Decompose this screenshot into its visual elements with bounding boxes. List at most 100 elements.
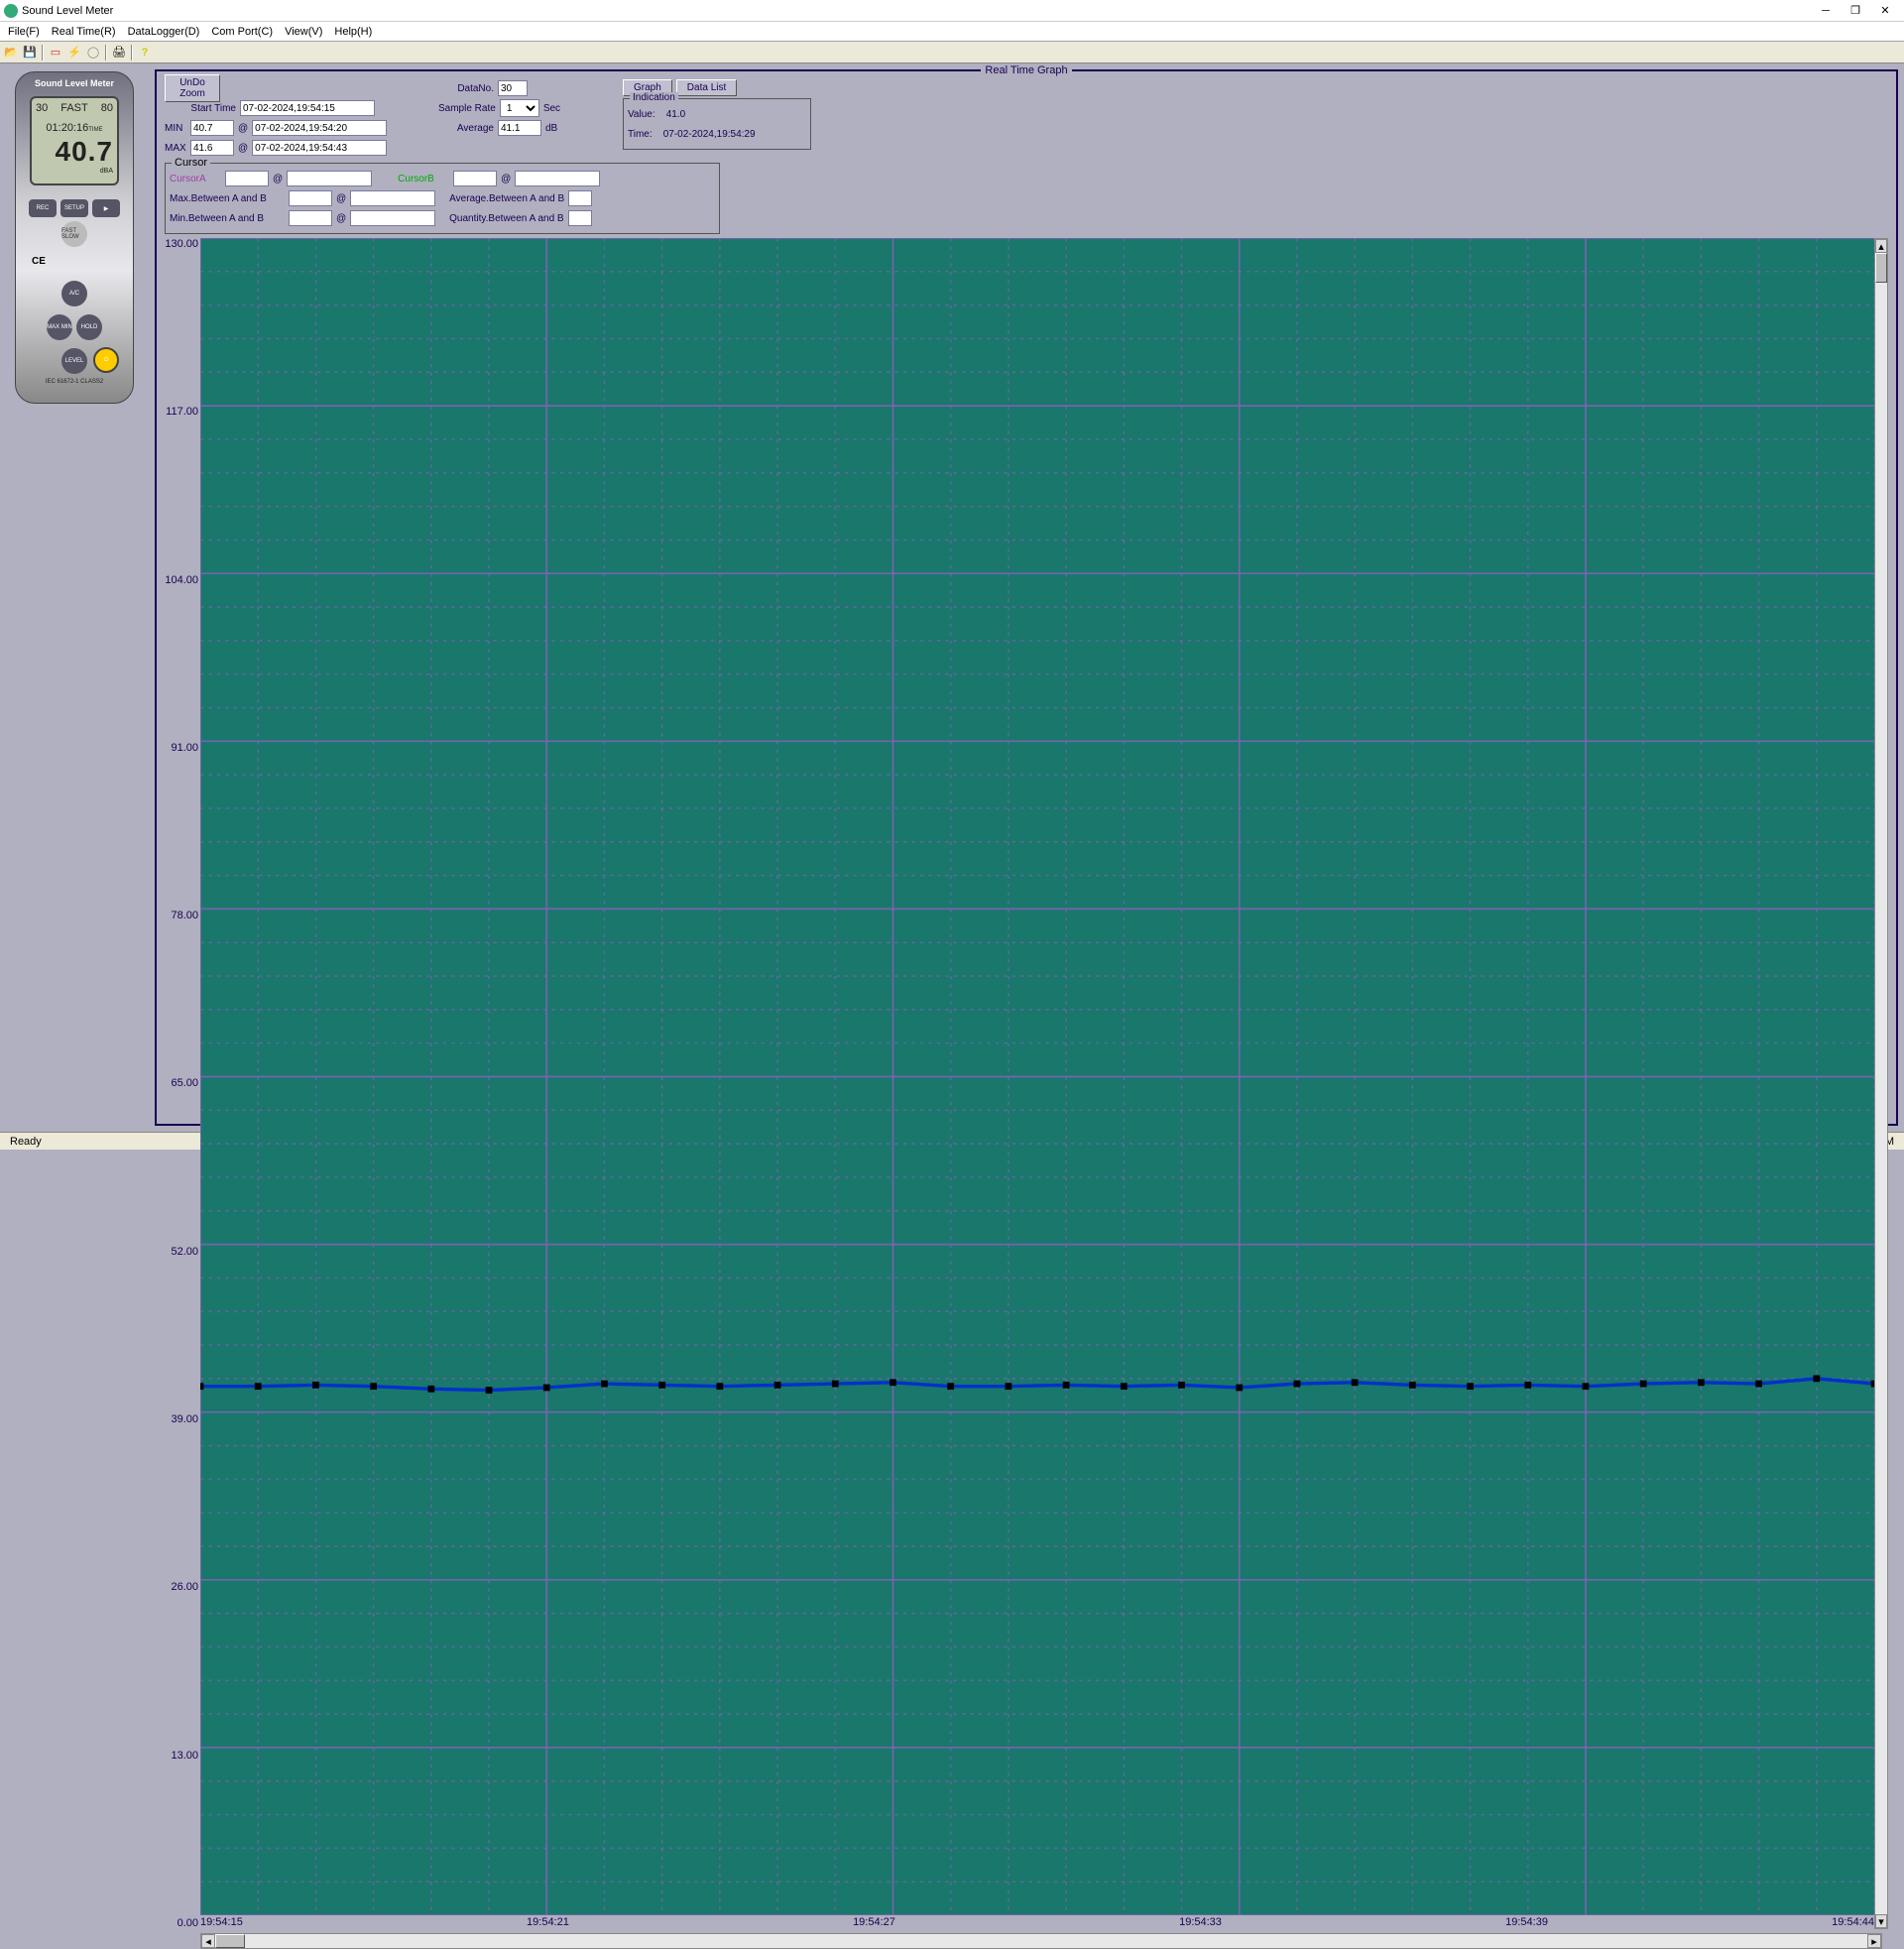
lcd-unit: dBA (36, 168, 113, 175)
minimize-button[interactable]: ─ (1811, 2, 1841, 20)
min-ab-val[interactable] (289, 210, 332, 226)
scroll-thumb-h[interactable] (215, 1934, 245, 1948)
min-time-field[interactable] (252, 120, 387, 136)
scroll-thumb-v[interactable] (1875, 253, 1887, 283)
max-ab-time[interactable] (350, 190, 435, 206)
scrollbar-horizontal[interactable]: ◂ ▸ (200, 1933, 1882, 1949)
sec-label: Sec (543, 103, 560, 114)
datano-field[interactable] (498, 80, 528, 96)
x-axis: 19:54:1519:54:2119:54:2719:54:3319:54:39… (200, 1915, 1874, 1929)
bolt-icon[interactable]: ⚡ (65, 44, 83, 61)
device-btn-fastslow: FAST SLOW (61, 221, 87, 247)
average-field[interactable] (498, 120, 541, 136)
lcd-time: 01:20:16 (46, 122, 88, 134)
device-btn-setup: SETUP (60, 199, 88, 217)
device-panel: Sound Level Meter 30FAST80 01:20:16TIME … (0, 63, 149, 1132)
app-icon (4, 4, 18, 18)
separator (131, 45, 133, 61)
device-btn-ac: A/C (61, 281, 87, 306)
max-ab-val[interactable] (289, 190, 332, 206)
save-icon[interactable]: 💾 (21, 44, 39, 61)
cursor-a-val[interactable] (225, 171, 269, 186)
lcd-range-lo: 30 (36, 102, 48, 114)
menu-comport[interactable]: Com Port(C) (205, 25, 279, 39)
cursor-b-val[interactable] (453, 171, 497, 186)
start-time-field[interactable] (240, 100, 375, 116)
samplerate-label: Sample Rate (438, 103, 496, 114)
min-ab-time[interactable] (350, 210, 435, 226)
y-tick: 104.00 (165, 574, 198, 586)
device-btn-arrow: ▶ (92, 199, 120, 217)
lcd-mode: FAST (60, 102, 88, 114)
device-btn-power: ⏻ (93, 347, 119, 373)
start-time-label: Start Time (165, 103, 236, 114)
qty-ab-val[interactable] (568, 210, 592, 226)
min-value-field[interactable] (190, 120, 234, 136)
plot-area: 19:54:1519:54:2119:54:2719:54:3319:54:39… (200, 238, 1874, 1929)
circle-icon[interactable]: ◯ (84, 44, 102, 61)
y-tick: 26.00 (171, 1581, 198, 1593)
average-label: Average (438, 123, 494, 134)
window-title: Sound Level Meter (22, 5, 1811, 17)
indication-group: Indication Value: 41.0 Time: 07-02-2024,… (623, 98, 811, 150)
graph-panel: Real Time Graph UnDo Zoom Start Time MIN… (155, 69, 1898, 1126)
menu-bar: File(F) Real Time(R) DataLogger(D) Com P… (0, 22, 1904, 42)
x-tick: 19:54:39 (1505, 1916, 1548, 1929)
scroll-up-icon[interactable]: ▴ (1875, 239, 1887, 253)
y-tick: 91.00 (171, 742, 198, 754)
menu-file[interactable]: File(F) (2, 25, 46, 39)
device-ce: CE (32, 256, 46, 267)
scroll-down-icon[interactable]: ▾ (1875, 1914, 1887, 1928)
datalist-tab-button[interactable]: Data List (676, 79, 737, 96)
samplerate-select[interactable]: 1 (500, 99, 539, 117)
avg-ab-label: Average.Between A and B (449, 193, 564, 204)
controls-row: UnDo Zoom Start Time MIN @ MAX @ (157, 77, 1896, 161)
y-tick: 130.00 (165, 238, 198, 250)
lcd-range-hi: 80 (101, 102, 113, 114)
device-btn-rec: REC (29, 199, 57, 217)
scrollbar-vertical[interactable]: ▴ ▾ (1874, 238, 1888, 1929)
indication-label: Indication (630, 92, 678, 103)
separator (42, 45, 44, 61)
print-icon[interactable]: 🖨 (110, 44, 128, 61)
avg-ab-val[interactable] (568, 190, 592, 206)
device-label: Sound Level Meter (16, 78, 133, 88)
y-axis: 130.00117.00104.0091.0078.0065.0052.0039… (165, 238, 200, 1929)
lcd-reading: 40.7 (36, 136, 113, 168)
value-label: Value: (628, 109, 655, 120)
open-icon[interactable]: 📂 (2, 44, 20, 61)
max-value-field[interactable] (190, 140, 234, 156)
qty-ab-label: Quantity.Between A and B (449, 213, 563, 224)
undo-zoom-button[interactable]: UnDo Zoom (165, 74, 220, 102)
controls-col3: Graph Data List Indication Value: 41.0 T… (623, 79, 811, 159)
help-icon[interactable]: ? (136, 44, 154, 61)
cursor-b-time[interactable] (515, 171, 600, 186)
x-tick: 19:54:21 (527, 1916, 569, 1929)
menu-datalogger[interactable]: DataLogger(D) (122, 25, 206, 39)
maximize-button[interactable]: ❐ (1841, 2, 1870, 20)
plot[interactable] (200, 238, 1874, 1915)
menu-view[interactable]: View(V) (279, 25, 328, 39)
scroll-left-icon[interactable]: ◂ (201, 1934, 215, 1948)
time-label: Time: (628, 129, 653, 140)
cursor-group: Cursor CursorA @ CursorB @ Max.Between A… (165, 163, 720, 234)
cursor-a-time[interactable] (287, 171, 372, 186)
y-tick: 13.00 (171, 1750, 198, 1762)
panel-title: Real Time Graph (981, 64, 1071, 76)
at-label: @ (336, 213, 346, 224)
scroll-right-icon[interactable]: ▸ (1867, 1934, 1881, 1948)
y-tick: 52.00 (171, 1246, 198, 1258)
y-tick: 117.00 (166, 406, 198, 418)
title-bar: Sound Level Meter ─ ❐ ✕ (0, 0, 1904, 22)
panel-icon[interactable]: ▭ (47, 44, 64, 61)
menu-realtime[interactable]: Real Time(R) (46, 25, 122, 39)
max-time-field[interactable] (252, 140, 387, 156)
device-btn-level: LEVEL (61, 348, 87, 374)
menu-help[interactable]: Help(H) (328, 25, 378, 39)
device-btn-maxmin: MAX MIN (47, 314, 72, 340)
close-button[interactable]: ✕ (1870, 2, 1900, 20)
device-bottom-label: IEC 61672-1 CLASS2 (16, 379, 133, 385)
indication-value: 41.0 (666, 109, 685, 120)
y-tick: 78.00 (171, 910, 198, 921)
at-label: @ (336, 193, 346, 204)
